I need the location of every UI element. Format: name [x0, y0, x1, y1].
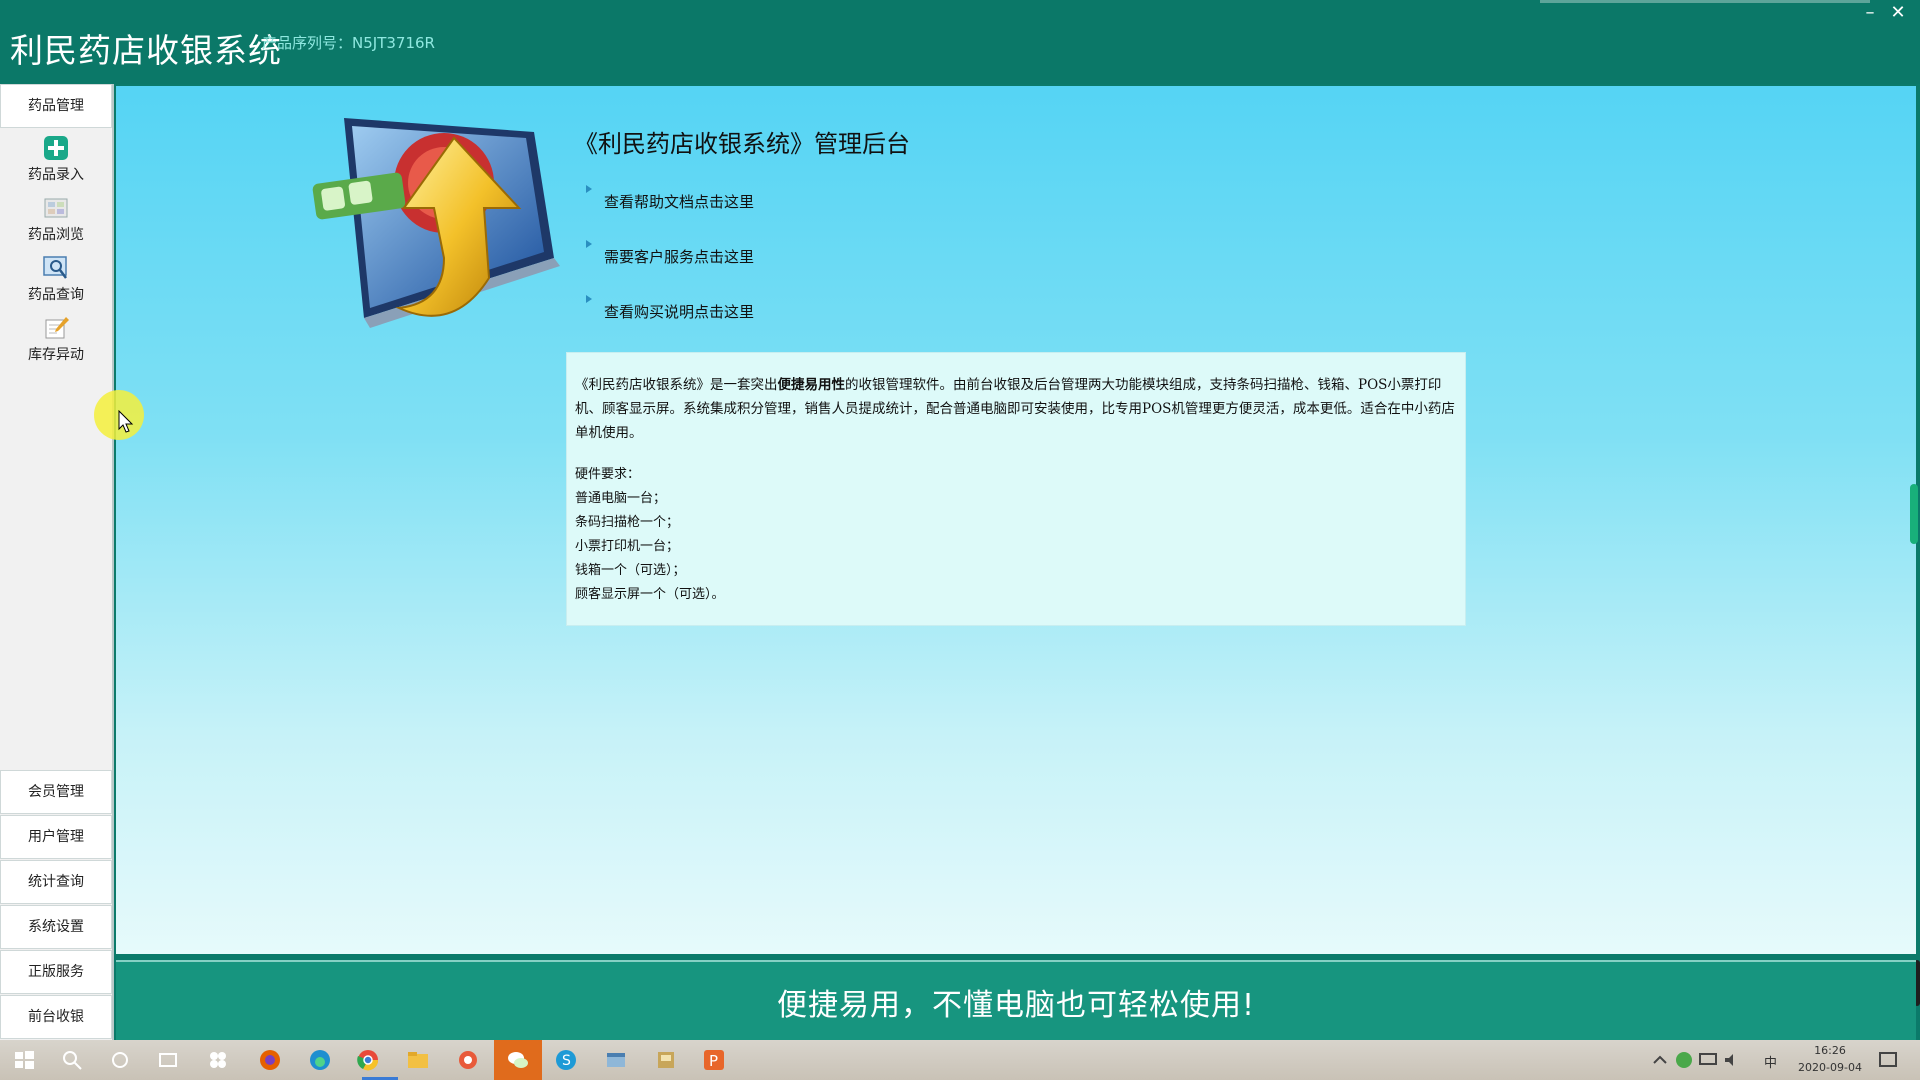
app-icon[interactable]: [456, 1048, 480, 1072]
cashier-app-icon[interactable]: [654, 1048, 678, 1072]
search-icon[interactable]: [60, 1048, 84, 1072]
intro-highlight: 便捷易用性: [777, 377, 846, 393]
hardware-item: 普通电脑一台；: [575, 491, 667, 506]
sidebar-item-drug-entry[interactable]: 药品录入: [0, 134, 112, 192]
sidebar-section-drug-management[interactable]: 药品管理: [0, 84, 112, 128]
link-text: 查看帮助文档点击这里: [604, 193, 755, 211]
sidebar-item-label: 药品查询: [28, 287, 84, 303]
bullet-icon: [586, 185, 592, 193]
bottom-banner: 便捷易用，不懂电脑也可轻松使用!: [116, 960, 1916, 1040]
svg-text:S: S: [562, 1053, 571, 1069]
svg-text:P: P: [709, 1052, 718, 1070]
sidebar-item-label: 库存异动: [28, 347, 84, 363]
network-icon[interactable]: [1696, 1048, 1720, 1072]
firefox-icon[interactable]: [258, 1048, 282, 1072]
hardware-title: 硬件要求：: [575, 467, 641, 482]
sidebar-item-label: 药品浏览: [28, 227, 84, 243]
app-logo: [312, 118, 560, 328]
serial-value: N5JT3716R: [352, 34, 435, 52]
app-grid-icon[interactable]: [206, 1048, 230, 1072]
description-intro: 《利民药店收银系统》是一套突出便捷易用性的收银管理软件。由前台收银及后台管理两大…: [575, 373, 1455, 445]
sidebar-item-stock-change[interactable]: 库存异动: [0, 314, 112, 372]
tray-app-icon[interactable]: [1672, 1048, 1696, 1072]
chrome-icon[interactable]: [356, 1048, 380, 1072]
sidebar-section-licensed-service[interactable]: 正版服务: [0, 950, 112, 994]
hardware-item: 钱箱一个（可选）；: [575, 563, 686, 578]
serial-number: 产品序列号：N5JT3716R: [262, 32, 435, 53]
hardware-item: 条码扫描枪一个；: [575, 515, 680, 530]
windows-start-icon[interactable]: [12, 1048, 36, 1072]
sidebar-section-user-management[interactable]: 用户管理: [0, 815, 112, 859]
edit-icon: [45, 317, 69, 339]
skype-icon[interactable]: S: [554, 1048, 578, 1072]
edge-icon[interactable]: [308, 1048, 332, 1072]
hardware-item: 顾客显示屏一个（可选）。: [575, 587, 725, 602]
link-text: 需要客户服务点击这里: [604, 248, 755, 266]
bullet-icon: [586, 240, 592, 248]
cortana-icon[interactable]: [108, 1048, 132, 1072]
volume-icon[interactable]: [1720, 1048, 1744, 1072]
sidebar-item-drug-search[interactable]: 药品查询: [0, 254, 112, 312]
sidebar-section-settings[interactable]: 系统设置: [0, 905, 112, 949]
bullet-icon: [586, 295, 592, 303]
description-panel: 《利民药店收银系统》是一套突出便捷易用性的收银管理软件。由前台收银及后台管理两大…: [566, 352, 1466, 626]
title-bar: 利民药店收银系统 产品序列号：N5JT3716R – ✕: [0, 0, 1920, 84]
search-icon: [43, 256, 67, 279]
hardware-item: 小票打印机一台；: [575, 539, 680, 554]
sidebar-section-statistics[interactable]: 统计查询: [0, 860, 112, 904]
sidebar: 药品管理 药品录入 药品浏览 药品查询 库存异动 会员管理 用户管理 统计查询 …: [0, 84, 114, 1040]
clock-time[interactable]: 16:26: [1790, 1044, 1870, 1057]
chevron-up-icon[interactable]: [1648, 1048, 1672, 1072]
taskbar: S P 中 16:26 2020-09-04: [0, 1040, 1920, 1080]
vertical-scrollbar[interactable]: [1910, 484, 1918, 544]
sidebar-item-label: 药品录入: [28, 167, 84, 183]
banner-slogan: 便捷易用，不懂电脑也可轻松使用!: [776, 988, 1256, 1023]
link-text: 查看购买说明点击这里: [604, 303, 755, 321]
ime-indicator[interactable]: 中: [1764, 1052, 1777, 1071]
hardware-requirements: 硬件要求： 普通电脑一台； 条码扫描枪一个； 小票打印机一台； 钱箱一个（可选）…: [575, 463, 1465, 607]
notification-icon[interactable]: [1876, 1048, 1900, 1072]
wechat-icon[interactable]: [506, 1048, 530, 1072]
clock-date[interactable]: 2020-09-04: [1790, 1061, 1870, 1074]
file-explorer-icon[interactable]: [406, 1048, 430, 1072]
minimize-button[interactable]: –: [1856, 2, 1884, 24]
sidebar-section-checkout[interactable]: 前台收银: [0, 995, 112, 1039]
close-button[interactable]: ✕: [1884, 2, 1912, 24]
intro-part: 《利民药店收银系统》是一套突出: [575, 377, 778, 393]
top-strip: [1540, 0, 1870, 3]
serial-label: 产品序列号：: [262, 34, 353, 52]
task-view-icon[interactable]: [156, 1048, 180, 1072]
main-content: 《利民药店收银系统》管理后台 查看帮助文档点击这里 需要客户服务点击这里 查看购…: [116, 86, 1916, 954]
browse-icon: [44, 198, 68, 218]
sidebar-section-member-management[interactable]: 会员管理: [0, 770, 112, 814]
app-title: 利民药店收银系统: [10, 31, 282, 70]
sidebar-item-drug-browse[interactable]: 药品浏览: [0, 194, 112, 252]
add-drug-icon: [44, 136, 68, 160]
mouse-cursor-icon: [118, 410, 134, 433]
page-title: 《利民药店收银系统》管理后台: [574, 130, 910, 158]
app-window-icon[interactable]: [604, 1048, 628, 1072]
powerpoint-icon[interactable]: P: [702, 1048, 726, 1072]
